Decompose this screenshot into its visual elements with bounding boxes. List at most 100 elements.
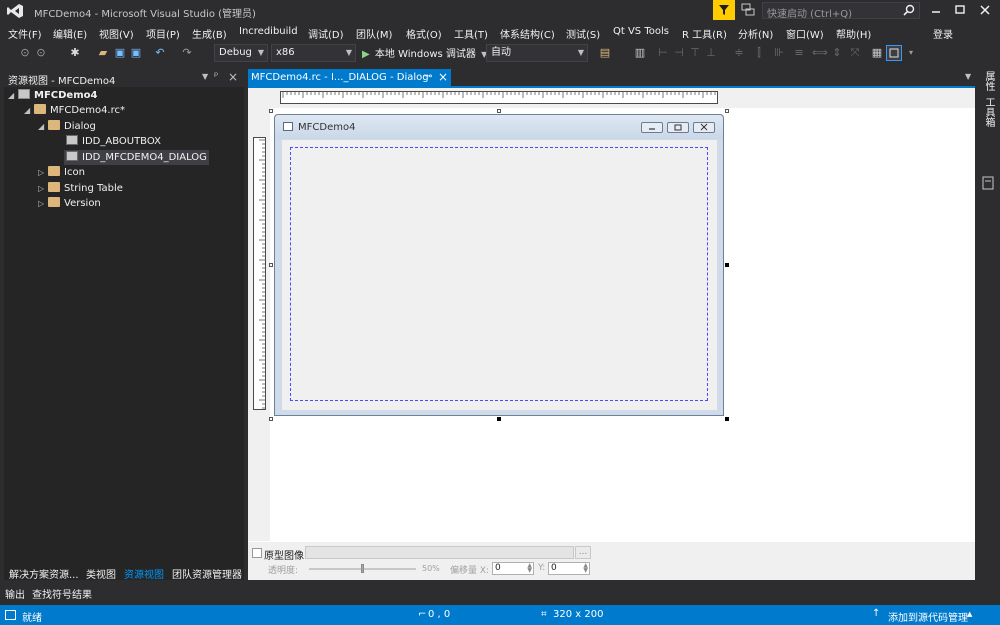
menu-debug[interactable]: 调试(D) — [308, 26, 344, 41]
resize-handle[interactable] — [497, 109, 501, 113]
stepper-arrows-icon[interactable]: ▲ ▼ — [583, 563, 588, 574]
menu-help[interactable]: 帮助(H) — [836, 26, 871, 41]
close-icon[interactable]: × — [438, 70, 448, 84]
offset-y-stepper[interactable]: 0 ▲ ▼ — [548, 562, 590, 575]
play-icon: ▶ — [362, 49, 370, 60]
resize-handle[interactable] — [497, 417, 501, 421]
save-all-icon[interactable]: ▣ — [129, 46, 143, 60]
panel-menu-icon[interactable]: ▼ — [202, 72, 208, 81]
make-same-width-icon[interactable]: ⟺ — [812, 46, 828, 60]
sign-in-link[interactable]: 登录 — [933, 26, 953, 41]
align-rights-icon[interactable]: ⊣ — [672, 46, 686, 60]
tree-item-string-table-folder[interactable]: ▷ String Table — [38, 181, 123, 196]
tree-item-dialog-folder[interactable]: ◢ Dialog — [38, 119, 96, 134]
menu-test[interactable]: 测试(S) — [566, 26, 600, 41]
pin-icon[interactable]: ⊸ — [424, 71, 432, 82]
dialog-client-area[interactable] — [282, 140, 717, 410]
open-file-icon[interactable]: ▰ — [96, 46, 110, 60]
tree-item-icon-folder[interactable]: ▷ Icon — [38, 165, 85, 180]
chevron-down-icon: ▼ — [257, 48, 264, 57]
tree-item-version-folder[interactable]: ▷ Version — [38, 196, 101, 211]
quick-launch-input[interactable]: 快速启动 (Ctrl+Q) — [762, 2, 920, 20]
tree-item-label: Dialog — [64, 121, 96, 132]
tab-find-symbol-results[interactable]: 查找符号结果 — [32, 586, 92, 601]
solution-configuration-select[interactable]: Debug ▼ — [214, 44, 268, 62]
properties-tab[interactable]: 属性 — [982, 71, 994, 91]
tab-output[interactable]: 输出 — [5, 586, 25, 601]
toolbox-tab[interactable]: 工具箱 — [982, 97, 994, 127]
feedback-icon[interactable] — [741, 3, 755, 17]
make-same-height-icon[interactable]: ⇕ — [830, 46, 844, 60]
chevron-up-icon[interactable]: ▲ — [967, 610, 972, 618]
tab-class-view[interactable]: 类视图 — [86, 566, 116, 581]
pin-icon[interactable]: ᵖ — [214, 71, 218, 82]
menu-r-tools[interactable]: R 工具(R) — [682, 26, 727, 41]
align-lefts-icon[interactable]: ⊢ — [656, 46, 670, 60]
forward-icon[interactable]: ⊙ — [34, 46, 48, 60]
toggle-guides-icon[interactable] — [886, 45, 902, 61]
toolbox-icon[interactable] — [981, 176, 995, 190]
tree-item-main-dialog[interactable]: IDD_MFCDEMO4_DIALOG — [64, 150, 209, 165]
menu-file[interactable]: 文件(F) — [8, 26, 42, 41]
space-across-icon[interactable]: ⊪ — [772, 46, 786, 60]
menu-project[interactable]: 项目(P) — [146, 26, 180, 41]
resize-handle[interactable] — [725, 417, 729, 421]
menu-team[interactable]: 团队(M) — [356, 26, 392, 41]
undo-icon[interactable]: ↶ — [153, 46, 167, 60]
offset-x-stepper[interactable]: 0 ▲ ▼ — [492, 562, 534, 575]
tab-overflow-icon[interactable]: ▼ — [965, 72, 971, 81]
prototype-image-checkbox[interactable] — [252, 548, 262, 558]
tree-item-rc-file[interactable]: ◢ MFCDemo4.rc* — [24, 103, 125, 118]
start-debugger-button[interactable]: ▶ 本地 Windows 调试器 ▼ — [362, 45, 487, 61]
slider-thumb[interactable] — [360, 564, 364, 573]
test-dialog-icon[interactable]: ▥ — [633, 46, 647, 60]
tab-resource-view[interactable]: 资源视图 — [124, 566, 164, 581]
solution-platform-select[interactable]: x86 ▼ — [271, 44, 356, 62]
menu-tools[interactable]: 工具(T) — [454, 26, 488, 41]
dialog-frame[interactable]: MFCDemo4 — [274, 114, 724, 416]
redo-icon[interactable]: ↷ — [180, 46, 194, 60]
debug-mode-select[interactable]: 自动 ▼ — [486, 44, 588, 62]
save-icon[interactable]: ▣ — [113, 46, 127, 60]
menu-format[interactable]: 格式(O) — [406, 26, 442, 41]
resize-handle[interactable] — [269, 263, 273, 267]
resize-handle[interactable] — [725, 109, 729, 113]
toggle-grid-icon[interactable]: ▦ — [870, 46, 884, 60]
align-tops-icon[interactable]: ⊤ — [688, 46, 702, 60]
new-project-icon[interactable]: ✱ — [68, 46, 82, 60]
menu-qt-vs-tools[interactable]: Qt VS Tools — [613, 26, 669, 37]
menu-view[interactable]: 视图(V) — [99, 26, 134, 41]
tree-item-aboutbox[interactable]: IDD_ABOUTBOX — [66, 134, 161, 149]
add-to-source-control[interactable]: 添加到源代码管理 — [888, 609, 968, 624]
menu-incredibuild[interactable]: Incredibuild — [239, 26, 298, 37]
make-same-size-icon[interactable]: ⤧ — [848, 46, 862, 60]
menu-build[interactable]: 生成(B) — [192, 26, 227, 41]
prototype-image-path-input[interactable] — [305, 546, 574, 559]
toolbar-options-icon[interactable]: ▾ — [904, 46, 918, 60]
space-down-icon[interactable]: ≡ — [792, 46, 806, 60]
center-vertical-icon[interactable]: ≑ — [732, 46, 746, 60]
stepper-arrows-icon[interactable]: ▲ ▼ — [527, 563, 532, 574]
resize-handle[interactable] — [725, 263, 729, 267]
tree-item-project[interactable]: ◢ MFCDemo4 — [8, 88, 97, 103]
menu-analyze[interactable]: 分析(N) — [738, 26, 773, 41]
align-bottoms-icon[interactable]: ⊥ — [704, 46, 718, 60]
minimize-button[interactable] — [928, 2, 944, 18]
tab-solution-explorer[interactable]: 解决方案资源... — [9, 566, 79, 581]
tab-team-explorer[interactable]: 团队资源管理器 — [172, 566, 242, 581]
maximize-button[interactable] — [952, 2, 968, 18]
panel-close-icon[interactable]: × — [228, 70, 238, 84]
browse-button[interactable]: ... — [575, 546, 591, 559]
back-icon[interactable]: ⊙ — [18, 46, 32, 60]
resize-handle[interactable] — [269, 417, 273, 421]
menu-window[interactable]: 窗口(W) — [786, 26, 824, 41]
close-button[interactable] — [977, 2, 993, 18]
center-horizontal-icon[interactable]: ⫿ — [752, 46, 766, 60]
notification-filter-icon[interactable] — [713, 0, 735, 20]
find-in-files-icon[interactable]: ▤ — [598, 46, 612, 60]
tab-dialog-editor[interactable]: MFCDemo4.rc - I..._DIALOG - Dialog ⊸ × — [248, 69, 451, 87]
transparency-slider[interactable] — [309, 564, 416, 573]
menu-edit[interactable]: 编辑(E) — [53, 26, 87, 41]
menu-architecture[interactable]: 体系结构(C) — [500, 26, 555, 41]
resize-handle[interactable] — [269, 109, 273, 113]
